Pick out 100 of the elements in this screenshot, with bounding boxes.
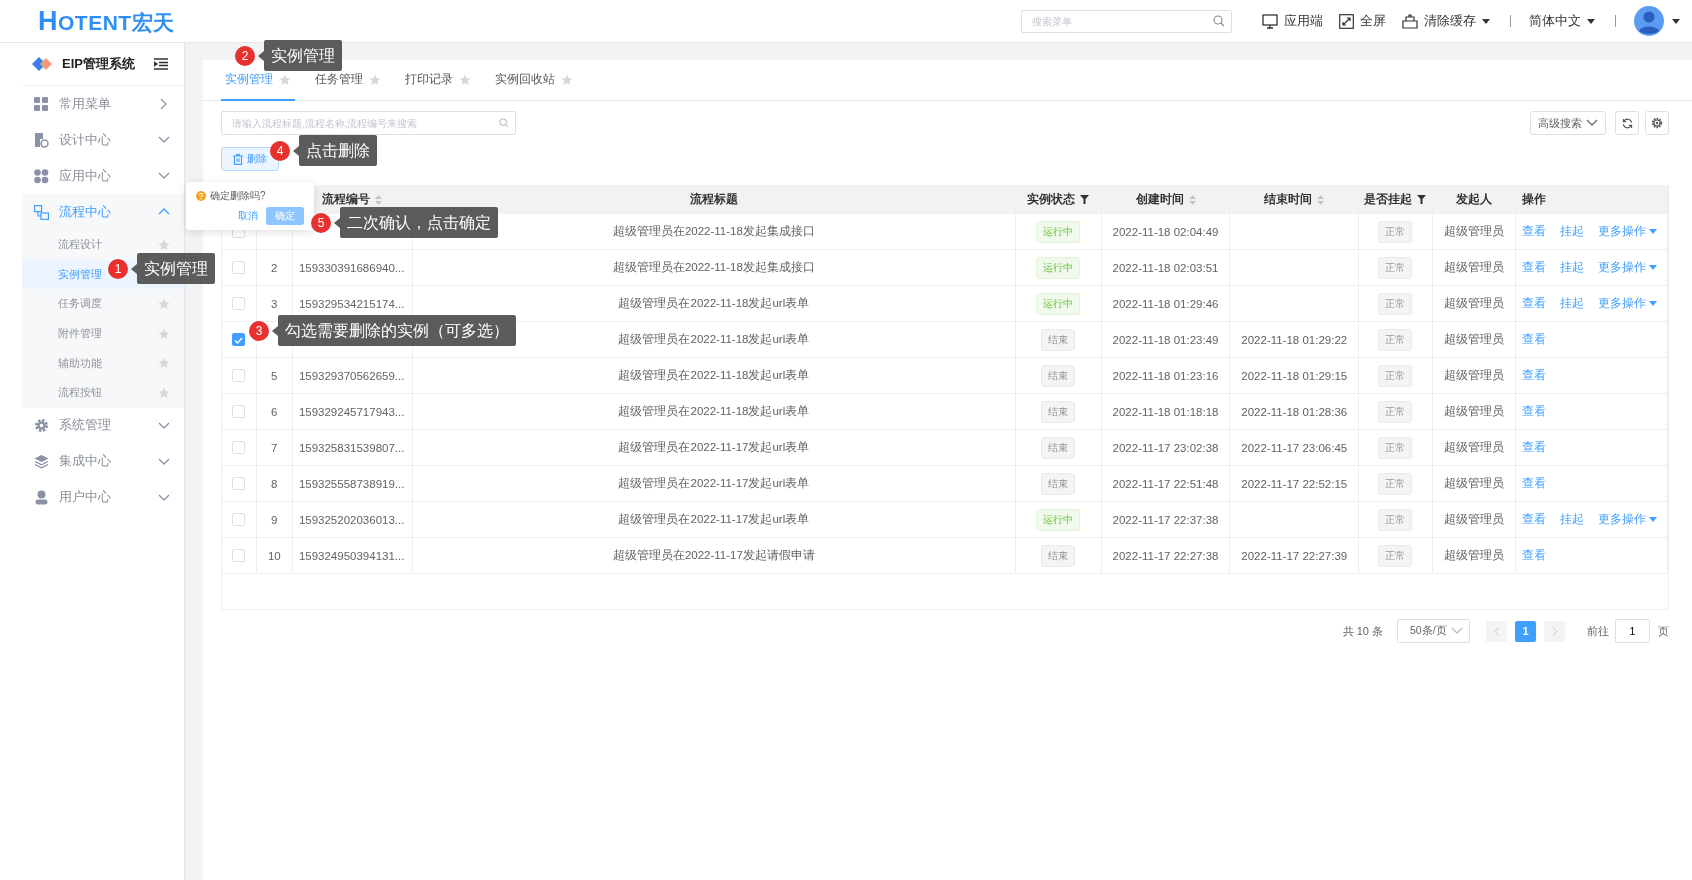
table-cell: 超级管理员	[1443, 549, 1504, 561]
status-tag: 正常	[1378, 436, 1413, 459]
table-cell: 159329534215174...	[298, 297, 405, 310]
toolbar-button[interactable]: 清除缓存	[1402, 12, 1490, 30]
action-link[interactable]: 查看	[1522, 260, 1547, 275]
table-cell: 超级管理员	[1443, 441, 1504, 453]
action-link[interactable]: 查看	[1522, 368, 1547, 383]
status-tag: 正常	[1378, 544, 1413, 567]
action-link[interactable]: 查看	[1522, 404, 1547, 419]
row-number: 10	[267, 549, 281, 562]
table-cell: 2022-11-18 01:23:16	[1112, 369, 1219, 382]
menu-item[interactable]: 常用菜单	[22, 86, 184, 122]
submenu-item[interactable]: 任务调度	[22, 289, 184, 319]
menu-item[interactable]: 设计中心	[22, 122, 184, 158]
callout-label: 二次确认，点击确定	[340, 207, 498, 238]
goto-label: 前往	[1587, 623, 1609, 639]
cancel-link[interactable]: 取消	[238, 209, 258, 223]
tab[interactable]: 打印记录	[401, 60, 475, 101]
action-link[interactable]: 查看	[1522, 476, 1547, 491]
action-link[interactable]: 更多操作	[1598, 260, 1658, 275]
menu-item[interactable]: 系统管理	[22, 407, 184, 444]
table-cell: 2022-11-17 23:06:45	[1241, 441, 1348, 454]
column-header: 流程标题	[689, 192, 738, 207]
table-cell: 159325202036013...	[298, 513, 405, 526]
table-cell: 超级管理员在2022-11-17发起url表单	[618, 441, 810, 453]
page-suffix: 页	[1658, 623, 1669, 639]
action-link[interactable]: 查看	[1522, 440, 1547, 455]
status-tag: 正常	[1378, 328, 1413, 351]
callout-label: 实例管理	[264, 40, 342, 71]
row-number: 6	[271, 405, 278, 418]
column-header: 发起人	[1455, 192, 1492, 207]
action-link[interactable]: 查看	[1522, 548, 1547, 563]
column-header: 流程编号	[322, 192, 383, 207]
table-cell: 超级管理员在2022-11-18发起url表单	[618, 297, 810, 309]
status-tag: 正常	[1378, 256, 1413, 279]
table-cell: 2022-11-18 01:29:46	[1112, 297, 1219, 310]
action-link[interactable]: 挂起	[1560, 224, 1585, 239]
table-cell: 159329245717943...	[298, 405, 405, 418]
table-cell: 2022-11-18 02:04:49	[1112, 225, 1219, 238]
action-link[interactable]: 查看	[1522, 332, 1547, 347]
action-link[interactable]: 查看	[1522, 296, 1547, 311]
status-tag: 正常	[1378, 364, 1413, 387]
table-cell: 2022-11-17 22:51:48	[1112, 477, 1219, 490]
action-link[interactable]: 挂起	[1560, 260, 1585, 275]
table-cell: 超级管理员在2022-11-18发起集成接口	[612, 261, 815, 273]
callout-label: 实例管理	[137, 253, 215, 284]
page-button[interactable]: 1	[1515, 620, 1536, 642]
submenu-item[interactable]: 流程按钮	[22, 377, 184, 408]
table-cell: 159325831539807...	[298, 441, 405, 454]
column-header: 实例状态	[1027, 192, 1090, 207]
table-cell: 159325558738919...	[298, 477, 405, 490]
row-number: 7	[271, 441, 278, 454]
status-tag: 结束	[1041, 544, 1076, 567]
row-number: 5	[271, 369, 278, 382]
status-tag: 正常	[1378, 472, 1413, 495]
status-tag: 结束	[1041, 328, 1076, 351]
action-link[interactable]: 挂起	[1560, 296, 1585, 311]
confirm-message: 确定删除吗?	[210, 189, 266, 203]
confirm-button[interactable]: 确定	[266, 207, 304, 225]
table-cell: 超级管理员在2022-11-18发起集成接口	[612, 225, 815, 237]
toolbar-button[interactable]: 全屏	[1339, 12, 1386, 30]
page-input[interactable]: 1	[1615, 619, 1650, 643]
action-link[interactable]: 查看	[1522, 512, 1547, 527]
action-link[interactable]: 查看	[1522, 224, 1547, 239]
submenu-item[interactable]: 附件管理	[22, 318, 184, 349]
submenu-item[interactable]: 辅助功能	[22, 348, 184, 378]
menu-item[interactable]: 用户中心	[22, 479, 184, 516]
language-select[interactable]: 简体中文	[1529, 12, 1595, 30]
table-cell: 超级管理员	[1443, 225, 1504, 237]
page-size-select[interactable]: 50条/页	[1397, 619, 1470, 643]
table-cell: 超级管理员	[1443, 261, 1504, 273]
table-cell: 2022-11-18 01:18:18	[1112, 405, 1219, 418]
menu-item[interactable]: 应用中心	[22, 158, 184, 194]
status-tag: 正常	[1378, 292, 1413, 315]
status-tag: 正常	[1378, 508, 1413, 531]
table-cell: 2022-11-17 22:27:38	[1112, 549, 1219, 562]
menu-item[interactable]: 集成中心	[22, 443, 184, 480]
advanced-search-button[interactable]: 高级搜索	[1530, 111, 1606, 135]
table-cell: 2022-11-17 22:27:39	[1241, 549, 1348, 562]
table-cell: 超级管理员	[1443, 477, 1504, 489]
column-header: 操作	[1522, 192, 1547, 207]
action-link[interactable]: 挂起	[1560, 512, 1585, 527]
tab[interactable]: 实例回收站	[491, 60, 577, 101]
toolbar-button[interactable]: 应用端	[1262, 12, 1323, 30]
status-tag: 运行中	[1036, 256, 1081, 279]
table-cell: 2022-11-17 22:37:38	[1112, 513, 1219, 526]
status-tag: 结束	[1041, 400, 1076, 423]
table-cell: 超级管理员	[1443, 513, 1504, 525]
action-link[interactable]: 更多操作	[1598, 296, 1658, 311]
row-number: 2	[271, 261, 278, 274]
action-link[interactable]: 更多操作	[1598, 512, 1658, 527]
table-cell: 超级管理员在2022-11-18发起url表单	[618, 333, 810, 345]
action-link[interactable]: 更多操作	[1598, 224, 1658, 239]
table-cell: 超级管理员	[1443, 369, 1504, 381]
menu-item[interactable]: 流程中心	[22, 194, 184, 230]
status-tag: 运行中	[1036, 292, 1081, 315]
column-header: 结束时间	[1264, 192, 1325, 207]
status-tag: 正常	[1378, 220, 1413, 243]
app-title: EIP管理系统	[62, 55, 136, 73]
table-cell: 159330391686940...	[298, 261, 405, 274]
